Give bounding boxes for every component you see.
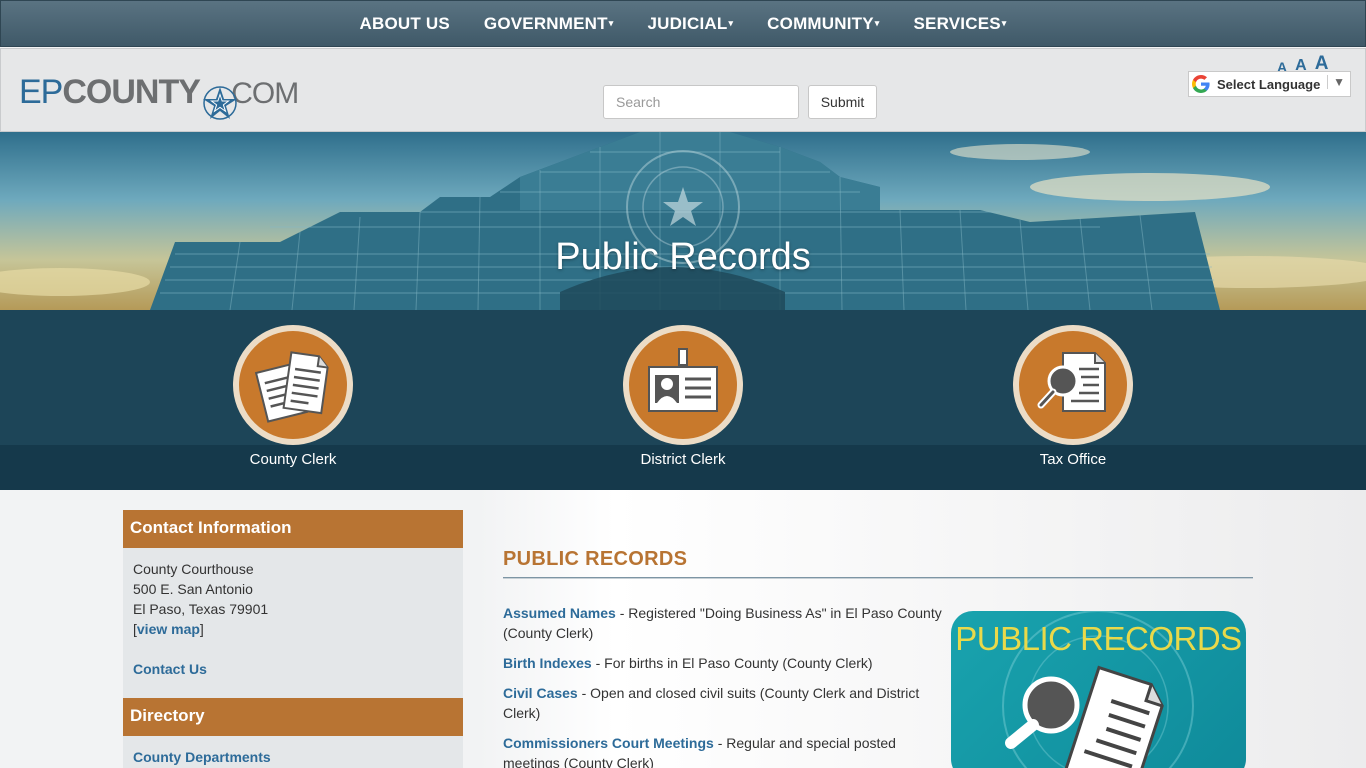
public-records-graphic: PUBLIC RECORDS	[951, 611, 1246, 768]
title-divider	[503, 577, 1253, 579]
assumed-names-link[interactable]: Assumed Names	[503, 605, 616, 621]
documents-icon	[254, 351, 329, 423]
address-line: County Courthouse	[133, 561, 254, 577]
star-icon	[203, 86, 237, 120]
district-clerk-link[interactable]: District Clerk	[583, 325, 783, 468]
county-clerk-link[interactable]: County Clerk	[193, 325, 393, 468]
nav-label: SERVICES	[913, 13, 1001, 33]
tax-office-circle	[1013, 325, 1133, 445]
nav-community[interactable]: COMMUNITY▾	[750, 14, 896, 34]
site-header: EPCOUNTY.COM Submit A A A Select Languag…	[0, 48, 1366, 132]
nav-label: COMMUNITY	[767, 13, 874, 33]
promo-title: PUBLIC RECORDS	[955, 620, 1242, 657]
contact-us-link[interactable]: Contact Us	[133, 661, 207, 677]
document-search-icon	[1037, 352, 1106, 412]
dropdown-arrow-icon: ▼	[1327, 75, 1345, 89]
section-title: PUBLIC RECORDS	[503, 548, 688, 570]
bracket-close: ]	[199, 621, 204, 637]
county-departments-link[interactable]: County Departments	[133, 749, 271, 765]
id-badge-icon	[648, 348, 718, 412]
tax-office-link[interactable]: Tax Office	[973, 325, 1173, 468]
nav-government[interactable]: GOVERNMENT▾	[467, 14, 631, 34]
top-nav: ABOUT US GOVERNMENT▾ JUDICIAL▾ COMMUNITY…	[0, 0, 1366, 47]
courthouse-image	[0, 132, 1366, 310]
submit-button[interactable]: Submit	[808, 85, 877, 119]
epcounty-logo[interactable]: EPCOUNTY .COM	[19, 73, 299, 123]
list-item: Birth Indexes - For births in El Paso Co…	[503, 653, 943, 673]
language-select-label: Select Language	[1217, 76, 1321, 92]
list-item: Civil Cases - Open and closed civil suit…	[503, 683, 943, 723]
caret-down-icon: ▾	[874, 17, 880, 28]
nav-label: ABOUT US	[359, 13, 450, 33]
search-input[interactable]	[603, 85, 799, 119]
caret-down-icon: ▾	[608, 17, 614, 28]
page-title: Public Records	[555, 236, 811, 278]
nav-about-us[interactable]: ABOUT US	[343, 14, 467, 34]
directory-panel: County Departments	[123, 736, 463, 768]
sidebar: Contact Information County Courthouse 50…	[123, 510, 463, 768]
record-description: - For births in El Paso County (County C…	[591, 655, 873, 671]
nav-judicial[interactable]: JUDICIAL▾	[630, 14, 750, 34]
commissioners-court-link[interactable]: Commissioners Court Meetings	[503, 735, 714, 751]
records-list: Assumed Names - Registered "Doing Busine…	[503, 603, 943, 768]
view-map-link[interactable]: view map	[137, 621, 200, 637]
caret-down-icon: ▾	[1001, 17, 1007, 28]
main-content: PUBLIC RECORDS Assumed Names - Registere…	[503, 548, 1253, 768]
caret-down-icon: ▾	[728, 17, 734, 28]
language-select[interactable]: Select Language ▼	[1188, 71, 1351, 97]
county-clerk-label: County Clerk	[249, 451, 337, 468]
map-link-row: [view map]	[133, 619, 453, 639]
hero-banner: Public Records	[0, 132, 1366, 310]
address-line: El Paso, Texas 79901	[133, 601, 269, 617]
contact-info-heading: Contact Information	[123, 510, 463, 548]
logo-county-text: COUNTY	[62, 73, 201, 111]
district-clerk-label: District Clerk	[640, 451, 726, 468]
county-clerk-circle	[233, 325, 353, 445]
address-line: 500 E. San Antonio	[133, 581, 253, 597]
nav-label: GOVERNMENT	[483, 13, 608, 33]
nav-label: JUDICIAL	[647, 13, 728, 33]
directory-heading: Directory	[123, 698, 463, 736]
civil-cases-link[interactable]: Civil Cases	[503, 685, 578, 701]
list-item: Commissioners Court Meetings - Regular a…	[503, 733, 943, 768]
logo-ep-text: EP	[19, 73, 63, 111]
google-icon	[1192, 75, 1210, 93]
nav-services[interactable]: SERVICES▾	[897, 14, 1024, 34]
tax-office-label: Tax Office	[1039, 451, 1107, 468]
birth-indexes-link[interactable]: Birth Indexes	[503, 655, 592, 671]
list-item: Assumed Names - Registered "Doing Busine…	[503, 603, 943, 643]
contact-info-panel: County Courthouse 500 E. San Antonio El …	[123, 548, 463, 698]
district-clerk-circle	[623, 325, 743, 445]
records-office-band: County Clerk District Clerk Tax Office	[0, 310, 1366, 490]
